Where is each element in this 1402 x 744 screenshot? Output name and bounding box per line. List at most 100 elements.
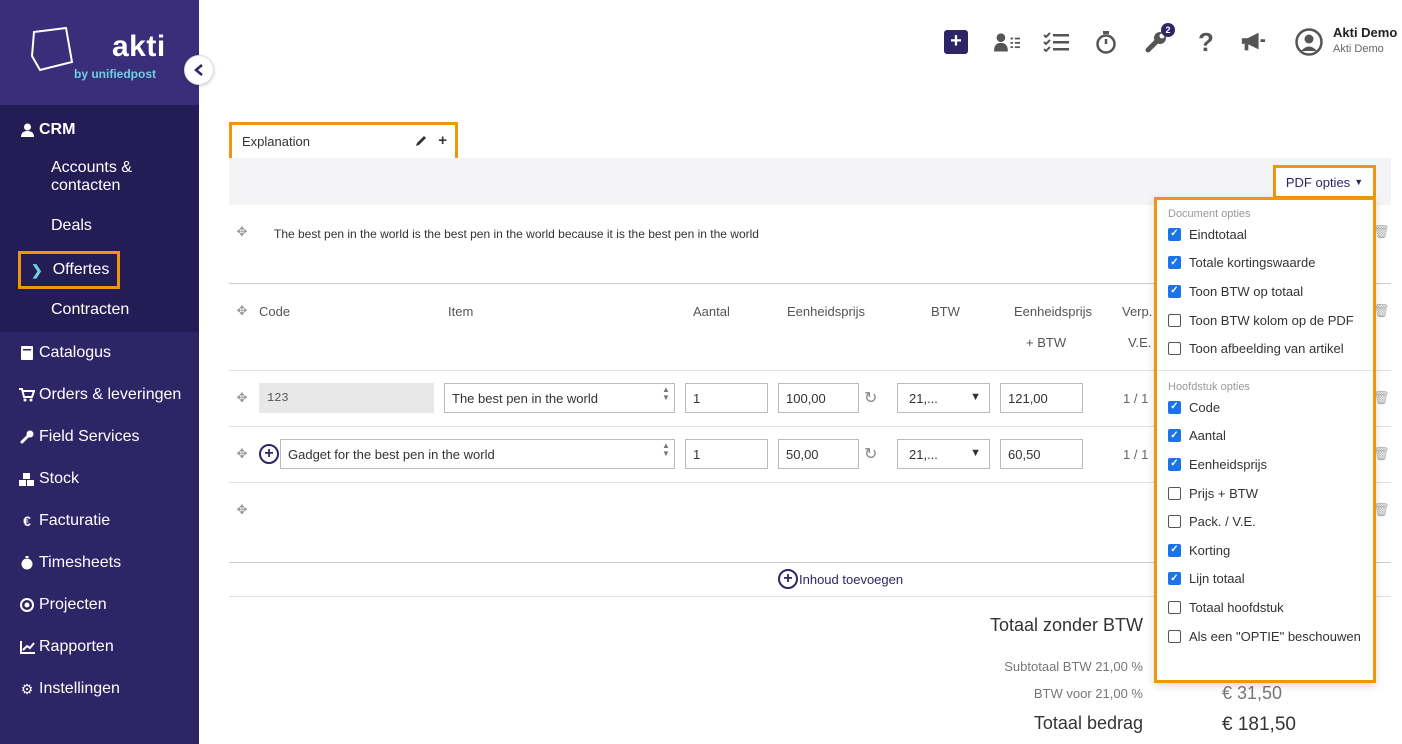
option-doc-0[interactable]: ✓ Eindtotaal: [1157, 220, 1373, 249]
quantity-field[interactable]: 1: [685, 383, 768, 413]
checkbox-checked-icon[interactable]: ✓: [1168, 256, 1181, 270]
wrench-icon: [18, 430, 36, 444]
user-circle-icon: [1295, 28, 1323, 56]
dropdown-divider: [1157, 369, 1373, 371]
crm-section: CRM Accounts & contacten Deals . Contrac…: [0, 105, 199, 332]
resize-handle-icon[interactable]: ▲ ▼: [660, 442, 672, 466]
add-subitem-icon[interactable]: +: [259, 444, 279, 464]
option-chapter-3[interactable]: Prijs + BTW: [1157, 479, 1373, 508]
tools-button[interactable]: 2: [1143, 23, 1175, 55]
caret-down-icon: ▼: [970, 391, 981, 403]
option-doc-2[interactable]: ✓ Toon BTW op totaal: [1157, 277, 1373, 306]
add-plus-icon[interactable]: +: [438, 133, 447, 148]
nav-offertes[interactable]: ❯ Offertes: [18, 251, 120, 289]
help-button[interactable]: ?: [1193, 27, 1219, 57]
nav-contracten[interactable]: Contracten: [0, 289, 199, 331]
nav-projecten[interactable]: Projecten: [0, 584, 199, 626]
option-chapter-0[interactable]: ✓ Code: [1157, 393, 1373, 422]
drag-handle-icon[interactable]: ✥: [234, 303, 250, 319]
checkbox-unchecked-icon[interactable]: [1168, 313, 1181, 327]
collapse-sidebar-button[interactable]: [184, 55, 214, 85]
option-chapter-4[interactable]: Pack. / V.E.: [1157, 507, 1373, 536]
option-doc-1[interactable]: ✓ Totale kortingswaarde: [1157, 249, 1373, 278]
drag-handle-icon[interactable]: ✥: [234, 446, 250, 462]
option-label: Code: [1189, 399, 1221, 415]
pdf-options-label: PDF opties: [1285, 174, 1351, 190]
nav-instellingen-label: Instellingen: [39, 680, 120, 697]
checkbox-unchecked-icon[interactable]: [1168, 600, 1181, 614]
option-chapter-1[interactable]: ✓ Aantal: [1157, 422, 1373, 451]
pdf-options-button[interactable]: PDF opties ▼: [1273, 165, 1376, 199]
option-label: Prijs + BTW: [1189, 485, 1258, 501]
timer-button[interactable]: [1093, 29, 1119, 55]
nav-stock[interactable]: Stock: [0, 458, 199, 500]
code-field[interactable]: 123: [259, 383, 434, 413]
checkbox-unchecked-icon[interactable]: [1168, 629, 1181, 643]
price-incl-vat-field[interactable]: 121,00: [1000, 383, 1083, 413]
option-chapter-2[interactable]: ✓ Eenheidsprijs: [1157, 450, 1373, 479]
resize-handle-icon[interactable]: ▲ ▼: [660, 386, 672, 410]
vat-select[interactable]: 21,... ▼: [897, 383, 990, 413]
user-avatar[interactable]: [1294, 27, 1324, 57]
checkbox-unchecked-icon[interactable]: [1168, 515, 1181, 529]
nav-accounts-contacts[interactable]: Accounts & contacten: [0, 149, 199, 205]
option-label: Eindtotaal: [1189, 226, 1247, 242]
announcements-button[interactable]: [1240, 29, 1266, 55]
refresh-icon[interactable]: ↻: [864, 444, 877, 464]
drag-handle-icon[interactable]: ✥: [234, 224, 250, 240]
checkbox-checked-icon[interactable]: ✓: [1168, 572, 1181, 586]
unit-price-field[interactable]: 50,00: [778, 439, 859, 469]
checkbox-checked-icon[interactable]: ✓: [1168, 429, 1181, 443]
option-doc-4[interactable]: Toon afbeelding van artikel: [1157, 334, 1373, 363]
nav-field-services[interactable]: Field Services: [0, 416, 199, 458]
nav-instellingen[interactable]: ⚙ Instellingen: [0, 668, 199, 710]
col-aantal: Aantal: [693, 304, 730, 319]
checkbox-checked-icon[interactable]: ✓: [1168, 284, 1181, 298]
document-options-list: ✓ Eindtotaal ✓ Totale kortingswaarde ✓ Toon B…: [1157, 220, 1373, 363]
nav-facturatie[interactable]: € Facturatie: [0, 500, 199, 542]
option-label: Totale kortingswaarde: [1189, 255, 1316, 271]
nav-catalogus[interactable]: Catalogus: [0, 332, 199, 374]
vat-select[interactable]: 21,... ▼: [897, 439, 990, 469]
quantity-field[interactable]: 1: [685, 439, 768, 469]
checkbox-checked-icon[interactable]: ✓: [1168, 400, 1181, 414]
checkbox-checked-icon[interactable]: ✓: [1168, 543, 1181, 557]
refresh-icon[interactable]: ↻: [864, 388, 877, 408]
item-field[interactable]: Gadget for the best pen in the world ▲ ▼: [280, 439, 675, 469]
checkbox-unchecked-icon[interactable]: [1168, 342, 1181, 356]
vat-value: € 31,50: [1222, 683, 1283, 703]
checkbox-checked-icon[interactable]: ✓: [1168, 457, 1181, 471]
section-actions: +: [414, 133, 447, 148]
user-company: Akti Demo: [1333, 43, 1384, 55]
nav-timesheets[interactable]: Timesheets: [0, 542, 199, 584]
unit-price-field[interactable]: 100,00: [778, 383, 859, 413]
nav-rapporten[interactable]: Rapporten: [0, 626, 199, 668]
option-label: Aantal: [1189, 428, 1226, 444]
contacts-list-button[interactable]: [994, 29, 1020, 55]
price-incl-vat-field[interactable]: 60,50: [1000, 439, 1083, 469]
caret-down-icon: ▼: [1354, 177, 1364, 187]
brand: akti by unifiedpost: [0, 0, 199, 105]
chevron-right-icon: ❯: [31, 261, 43, 278]
add-content-label: Inhoud toevoegen: [799, 571, 904, 587]
edit-pencil-icon[interactable]: [414, 134, 428, 148]
option-doc-3[interactable]: Toon BTW kolom op de PDF: [1157, 306, 1373, 335]
option-label: Pack. / V.E.: [1189, 514, 1256, 530]
checkbox-checked-icon[interactable]: ✓: [1168, 227, 1181, 241]
nav-crm[interactable]: CRM: [0, 111, 199, 149]
nav-orders[interactable]: Orders & leveringen: [0, 374, 199, 416]
drag-handle-icon[interactable]: ✥: [234, 390, 250, 406]
option-chapter-5[interactable]: ✓ Korting: [1157, 536, 1373, 565]
option-chapter-6[interactable]: ✓ Lijn totaal: [1157, 565, 1373, 594]
user-name[interactable]: Akti Demo: [1333, 25, 1397, 40]
checkbox-unchecked-icon[interactable]: [1168, 486, 1181, 500]
add-button[interactable]: +: [943, 29, 969, 55]
drag-handle-icon[interactable]: ✥: [234, 502, 250, 518]
option-chapter-7[interactable]: Totaal hoofdstuk: [1157, 593, 1373, 622]
add-content-button[interactable]: + Inhoud toevoegen: [778, 569, 903, 589]
description-text[interactable]: The best pen in the world is the best pe…: [274, 227, 759, 241]
item-field[interactable]: The best pen in the world ▲ ▼: [444, 383, 675, 413]
tasks-button[interactable]: [1043, 29, 1069, 55]
option-chapter-8[interactable]: Als een "OPTIE" beschouwen: [1157, 622, 1373, 651]
nav-deals[interactable]: Deals: [0, 205, 199, 247]
